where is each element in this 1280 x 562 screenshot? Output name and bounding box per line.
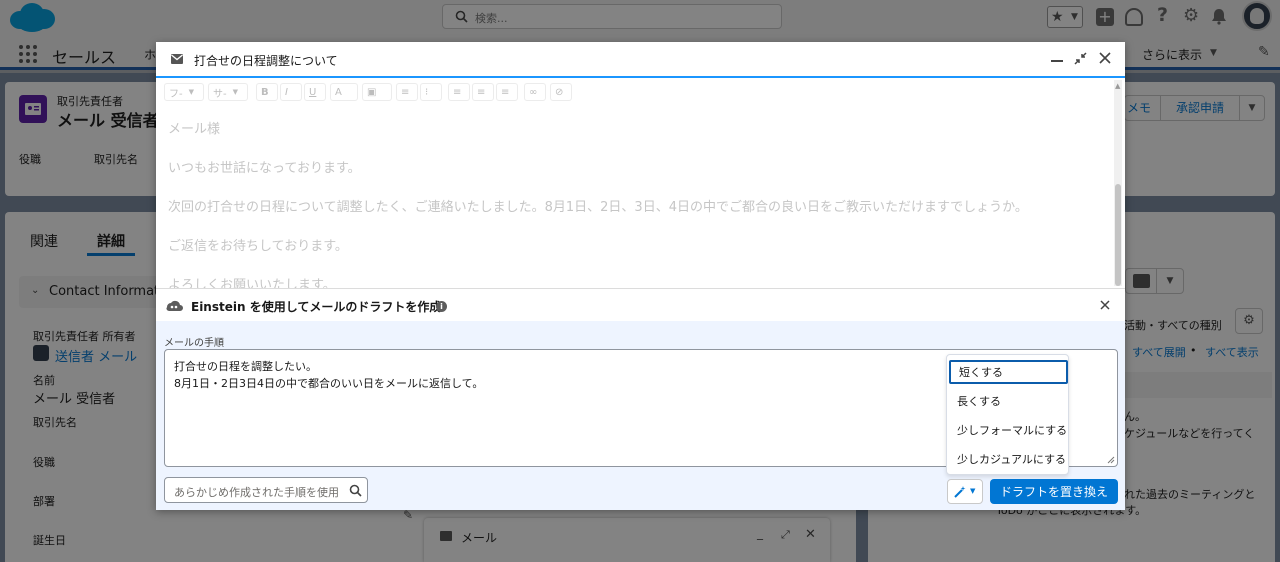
refine-menu-button[interactable]: ▼ xyxy=(947,479,983,504)
menu-item-shorten-label: 短くする xyxy=(959,366,1003,379)
instruction-line-1: 打合せの日程を調整したい。 xyxy=(174,360,317,373)
close-icon[interactable] xyxy=(1099,52,1111,64)
remove-format-icon: ⊘ xyxy=(555,86,564,98)
underline-button[interactable]: U xyxy=(304,83,326,101)
font-size-select[interactable]: サ- ▼ xyxy=(208,83,248,101)
menu-item-shorten[interactable]: 短くする xyxy=(949,360,1068,384)
menu-item-more-formal-label: 少しフォーマルにする xyxy=(957,424,1068,437)
body-line-opening: いつもお世話になっております。 xyxy=(168,161,361,176)
resize-handle-icon[interactable] xyxy=(1107,456,1115,464)
align-center-icon: ≡ xyxy=(477,86,486,98)
numbered-list-button[interactable]: ≡ xyxy=(396,83,418,101)
image-button[interactable]: ▣ xyxy=(362,83,392,101)
einstein-icon xyxy=(165,297,183,313)
align-center-button[interactable]: ≡ xyxy=(472,83,494,101)
modal-header: 打合せの日程調整について xyxy=(156,42,1125,78)
text-color-icon: A xyxy=(335,86,342,98)
italic-button[interactable]: I xyxy=(280,83,302,101)
replace-draft-label: ドラフトを置き換え xyxy=(999,485,1108,499)
underline-icon: U xyxy=(309,86,317,98)
bold-icon: B xyxy=(261,86,269,98)
collapse-icon[interactable] xyxy=(1074,52,1087,65)
remove-format-button[interactable]: ⊘ xyxy=(550,83,572,101)
font-size-label: サ- xyxy=(213,88,227,100)
einstein-draft-panel: Einstein を使用してメールのドラフトを作成 i メールの手順 打合せの日… xyxy=(156,288,1125,510)
menu-item-more-casual[interactable]: 少しカジュアルにする xyxy=(949,447,1068,471)
bold-button[interactable]: B xyxy=(256,83,278,101)
instruction-line-2: 8月1日・2日3日4日の中で都合のいい日をメールに返信して。 xyxy=(174,377,484,390)
font-family-select[interactable]: フ- ▼ xyxy=(164,83,204,101)
italic-icon: I xyxy=(285,86,288,98)
body-line-signoff: よろしくお願いいたします。 xyxy=(168,278,336,288)
text-color-button[interactable]: A xyxy=(330,83,358,101)
email-body-editor[interactable]: メール様 いつもお世話になっております。 次回の打合せの日程について調整したく、… xyxy=(156,108,1116,288)
align-right-icon: ≡ xyxy=(501,86,510,98)
instruction-label: メールの手順 xyxy=(164,338,224,349)
chevron-down-icon: ▼ xyxy=(188,88,194,96)
info-icon[interactable]: i xyxy=(436,301,447,312)
modal-title: 打合せの日程調整について xyxy=(194,54,338,68)
body-line-closing: ご返信をお待ちしております。 xyxy=(168,239,348,254)
template-search-placeholder: あらかじめ作成された手順を使用 xyxy=(174,486,339,499)
menu-item-more-formal[interactable]: 少しフォーマルにする xyxy=(949,418,1068,442)
chevron-down-icon: ▼ xyxy=(970,487,976,495)
menu-item-more-casual-label: 少しカジュアルにする xyxy=(957,453,1067,466)
minimize-icon[interactable] xyxy=(1051,50,1063,62)
menu-item-lengthen-label: 長くする xyxy=(957,395,1001,408)
link-icon: ∞ xyxy=(529,86,538,98)
numbered-list-icon: ≡ xyxy=(401,86,410,98)
replace-draft-button[interactable]: ドラフトを置き換え xyxy=(990,479,1118,504)
font-family-label: フ- xyxy=(169,88,183,100)
bullet-list-button[interactable]: ⁝ xyxy=(420,83,442,101)
einstein-panel-title: Einstein を使用してメールのドラフトを作成 xyxy=(191,300,442,314)
chevron-down-icon: ▼ xyxy=(232,88,238,96)
bullet-list-icon: ⁝ xyxy=(425,86,429,98)
menu-item-lengthen[interactable]: 長くする xyxy=(949,389,1068,413)
close-icon[interactable] xyxy=(1100,300,1110,310)
einstein-panel-header: Einstein を使用してメールのドラフトを作成 i xyxy=(156,289,1125,321)
email-composer-modal: 打合せの日程調整について フ- ▼ サ- ▼ B I U A ▣ ≡ ⁝ ≡ ≡ ≡… xyxy=(156,42,1125,510)
search-icon[interactable] xyxy=(349,484,362,497)
body-line-request: 次回の打合せの日程について調整したく、ご連絡いたしました。8月1日、2日、3日、… xyxy=(168,200,1028,215)
body-scrollbar-thumb[interactable] xyxy=(1115,184,1121,286)
body-line-greeting: メール様 xyxy=(168,122,221,137)
magic-wand-icon xyxy=(954,485,967,498)
scroll-up-icon[interactable]: ▲ xyxy=(1115,82,1120,90)
email-icon xyxy=(171,54,183,64)
template-search-input[interactable]: あらかじめ作成された手順を使用 xyxy=(164,477,368,503)
align-left-button[interactable]: ≡ xyxy=(448,83,470,101)
rich-text-toolbar: フ- ▼ サ- ▼ B I U A ▣ ≡ ⁝ ≡ ≡ ≡ ∞ ⊘ xyxy=(164,79,1112,107)
image-icon: ▣ xyxy=(367,86,377,98)
link-button[interactable]: ∞ xyxy=(524,83,546,101)
align-left-icon: ≡ xyxy=(453,86,462,98)
refine-dropdown-menu: 短くする 長くする 少しフォーマルにする 少しカジュアルにする xyxy=(946,354,1069,475)
align-right-button[interactable]: ≡ xyxy=(496,83,518,101)
